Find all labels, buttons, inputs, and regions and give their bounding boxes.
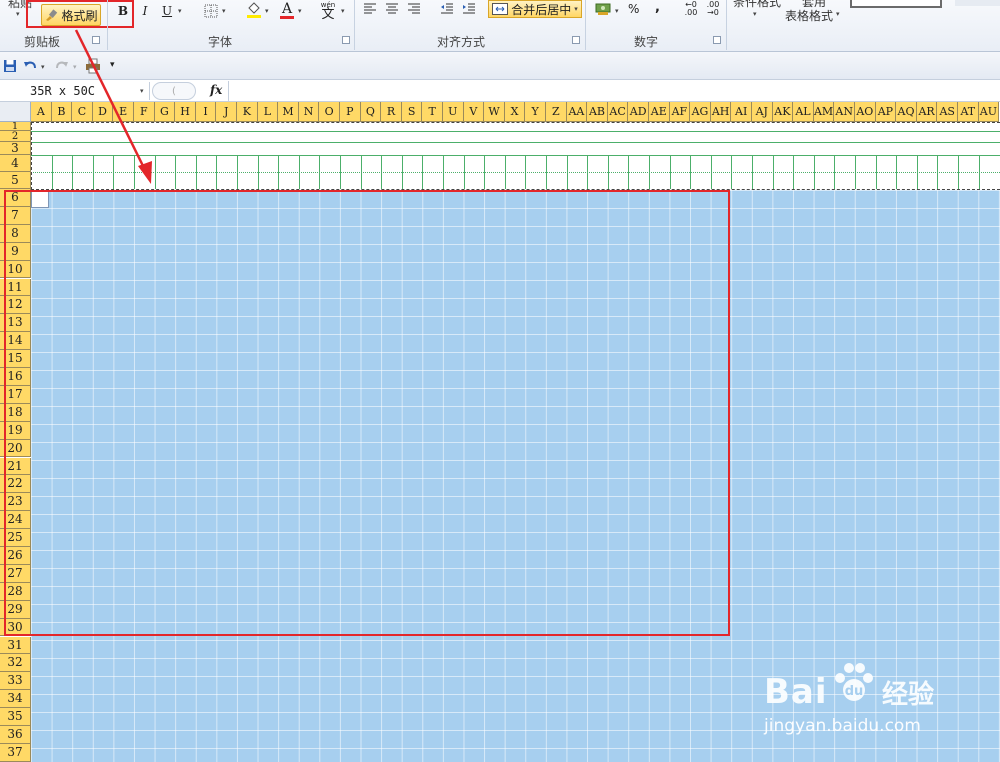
annotation-arrow xyxy=(74,29,152,184)
watermark-brand: Bai xyxy=(764,672,828,712)
arrow-shaft xyxy=(74,29,147,171)
watermark-suffix: 经验 xyxy=(882,680,935,710)
arrow-head xyxy=(138,161,152,184)
watermark-url: jingyan.baidu.com xyxy=(764,716,921,736)
svg-text:du: du xyxy=(845,684,864,699)
paw-icon: du xyxy=(835,663,873,701)
watermark: Bai du 经验 jingyan.baidu.com xyxy=(764,658,994,748)
